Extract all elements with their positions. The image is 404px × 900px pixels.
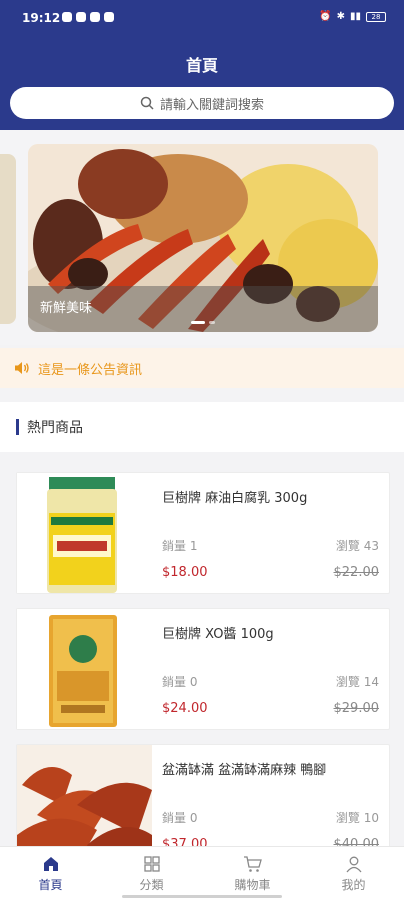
user-icon (345, 856, 362, 872)
search-input[interactable]: 請輸入關鍵詞搜索 (10, 87, 394, 119)
section-accent-bar (16, 419, 19, 435)
product-original-price: $29.00 (333, 701, 380, 716)
status-right: ⏰ ✱ ▮▮ 28 (319, 11, 386, 22)
tab-cart-label: 購物車 (234, 877, 271, 892)
product-name: 巨樹牌 XO醬 100g (162, 627, 274, 642)
status-bar: 19:12 ⏰ ✱ ▮▮ 28 (0, 0, 404, 38)
product-sales: 銷量 1 (162, 539, 198, 553)
product-views: 瀏覽 10 (335, 811, 379, 825)
header: 首頁 請輸入關鍵詞搜索 (0, 38, 404, 130)
section-header-hot-products: 熱門商品 (0, 402, 404, 452)
notification-icons (62, 12, 114, 22)
announcement-text: 這是一條公告資訊 (38, 362, 143, 378)
banner-caption: 新鮮美味 (28, 286, 378, 332)
tab-mine[interactable]: 我的 (303, 847, 404, 900)
carousel-dots (28, 321, 378, 324)
tab-category[interactable]: 分類 (101, 847, 202, 900)
tab-home[interactable]: 首頁 (0, 847, 101, 900)
product-sales: 銷量 0 (162, 675, 198, 689)
banner-carousel[interactable]: 新鮮美味 (0, 130, 404, 345)
product-sales: 銷量 0 (162, 811, 198, 825)
product-views: 瀏覽 43 (335, 539, 379, 553)
search-icon (140, 96, 154, 110)
product-name: 巨樹牌 麻油白腐乳 300g (162, 491, 308, 506)
page-title: 首頁 (185, 56, 218, 75)
product-price: $18.00 (162, 565, 208, 580)
home-indicator (122, 895, 282, 898)
tab-category-label: 分類 (139, 877, 164, 892)
home-icon (43, 856, 58, 871)
tab-home-label: 首頁 (38, 877, 63, 892)
announcement-bar[interactable]: 這是一條公告資訊 (0, 348, 404, 388)
signal-icon: ▮▮ (349, 11, 361, 22)
tab-mine-label: 我的 (341, 877, 366, 892)
cart-icon (243, 855, 262, 872)
product-price: $24.00 (162, 701, 208, 716)
product-name: 盆滿缽滿 盆滿缽滿麻辣 鴨腳 (162, 763, 327, 778)
grid-icon (143, 855, 160, 872)
bottom-tab-bar: 首頁 分類 購物車 我的 (0, 846, 404, 900)
product-card[interactable]: 巨樹牌 麻油白腐乳 300g 銷量 1 瀏覽 43 $18.00 $22.00 (16, 472, 390, 594)
status-time: 19:12 (22, 11, 61, 25)
banner-slide[interactable]: 新鮮美味 (28, 144, 378, 332)
section-title: 熱門商品 (27, 420, 83, 436)
product-views: 瀏覽 14 (335, 675, 379, 689)
tab-cart[interactable]: 購物車 (202, 847, 303, 900)
product-original-price: $22.00 (333, 565, 380, 580)
bluetooth-icon: ✱ (336, 11, 345, 22)
banner-prev-peek (0, 154, 16, 324)
speaker-icon (15, 362, 29, 374)
alarm-icon: ⏰ (319, 11, 332, 22)
battery-icon: 28 (366, 11, 386, 22)
search-placeholder: 請輸入關鍵詞搜索 (159, 97, 264, 113)
product-image-tofu-jar (17, 473, 152, 593)
product-card[interactable]: 巨樹牌 XO醬 100g 銷量 0 瀏覽 14 $24.00 $29.00 (16, 608, 390, 730)
product-image-xo-sauce (17, 609, 152, 729)
